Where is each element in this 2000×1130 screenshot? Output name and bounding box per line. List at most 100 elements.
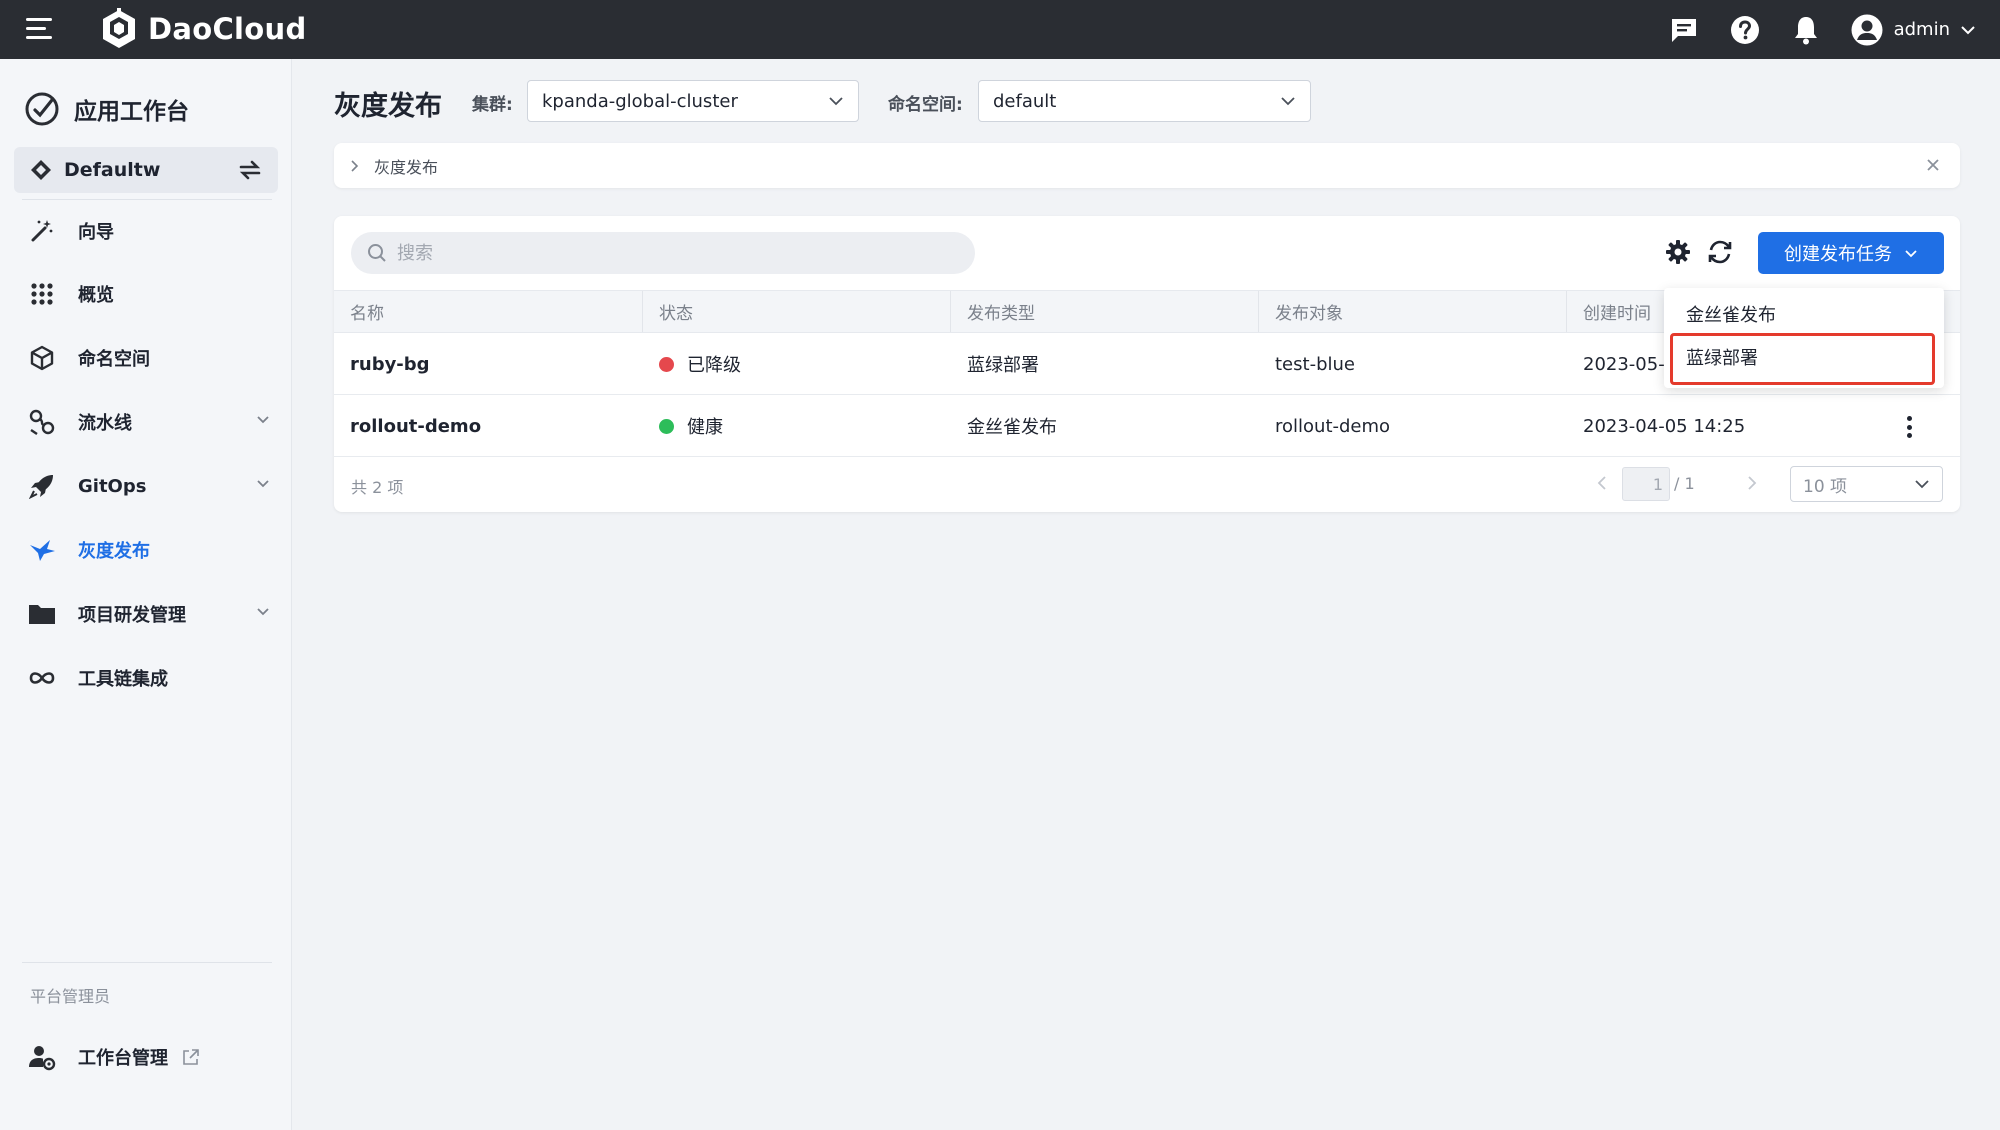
chevron-right-icon[interactable] (350, 159, 360, 173)
sidebar-item-namespace[interactable]: 命名空间 (14, 334, 278, 382)
next-page-icon[interactable] (1746, 474, 1758, 492)
top-bar: DaoCloud admin (0, 0, 2000, 59)
sidebar-item-pipeline[interactable]: 流水线 (14, 398, 278, 446)
menu-item-canary[interactable]: 金丝雀发布 (1664, 293, 1944, 335)
sidebar-item-label: 项目研发管理 (78, 605, 186, 626)
sidebar-item-label: 灰度发布 (78, 541, 150, 562)
row-status: 健康 (643, 395, 723, 457)
sidebar-item-overview[interactable]: 概览 (14, 270, 278, 318)
sidebar-item-guide[interactable]: 向导 (14, 207, 278, 255)
bell-icon[interactable] (1789, 13, 1823, 47)
sidebar-divider (22, 962, 272, 963)
external-link-icon (183, 1049, 199, 1065)
app-title: 应用工作台 (24, 89, 189, 129)
sidebar-divider (22, 199, 272, 200)
page-total: / 1 (1674, 474, 1695, 493)
row-name[interactable]: ruby-bg (334, 333, 430, 395)
close-icon[interactable] (1924, 156, 1942, 174)
prev-page-icon[interactable] (1596, 474, 1608, 492)
brand-logo[interactable]: DaoCloud (100, 5, 307, 53)
workspace-icon (31, 160, 51, 180)
status-text: 健康 (687, 417, 723, 438)
breadcrumb: 灰度发布 (334, 143, 1960, 188)
chevron-down-icon (257, 416, 269, 424)
cluster-label: 集群: (472, 95, 513, 115)
switch-icon (239, 160, 261, 180)
namespace-label: 命名空间: (888, 95, 963, 115)
row-target: rollout-demo (1275, 415, 1391, 437)
create-release-menu: 金丝雀发布 蓝绿部署 (1664, 288, 1944, 388)
pipeline-icon (28, 408, 56, 436)
settings-icon[interactable] (1664, 238, 1692, 266)
status-dot (659, 418, 674, 434)
sidebar: 应用工作台 Defaultw 向导 概览 命名空间 流水线 GitOps 灰度发… (0, 59, 292, 1130)
sidebar-item-gitops[interactable]: GitOps (14, 462, 278, 510)
search-box[interactable] (351, 232, 975, 274)
cluster-select[interactable]: kpanda-global-cluster (527, 80, 859, 122)
sidebar-item-label: 命名空间 (78, 349, 150, 370)
section-label: 平台管理员 (30, 987, 111, 1006)
chevron-down-icon (1281, 97, 1295, 106)
refresh-icon[interactable] (1706, 238, 1734, 266)
menu-icon[interactable] (26, 16, 54, 40)
user-icon (1851, 14, 1883, 45)
page-size-value: 10 项 (1803, 476, 1848, 497)
table-row[interactable]: rollout-demo 健康 金丝雀发布 rollout-demo 2023-… (334, 395, 1960, 457)
sidebar-item-canary[interactable]: 灰度发布 (14, 526, 278, 574)
column-header-status[interactable]: 状态 (643, 291, 951, 332)
sidebar-item-label: 概览 (78, 285, 114, 306)
chevron-down-icon (1905, 249, 1917, 257)
menu-item-blue-green[interactable]: 蓝绿部署 (1664, 336, 1944, 378)
chevron-down-icon (1915, 480, 1929, 489)
grid-icon (28, 280, 56, 308)
chevron-down-icon (257, 608, 269, 616)
user-settings-icon (28, 1043, 56, 1071)
create-button-label: 创建发布任务 (1784, 244, 1892, 265)
cube-icon (28, 344, 56, 372)
infinity-icon (28, 664, 56, 692)
sidebar-item-project[interactable]: 项目研发管理 (14, 590, 278, 638)
sidebar-item-workbench-admin[interactable]: 工作台管理 (14, 1033, 278, 1081)
column-header-name[interactable]: 名称 (334, 291, 643, 332)
row-created: 2023-04-05 14:25 (1583, 415, 1746, 437)
row-type: 蓝绿部署 (967, 355, 1039, 376)
help-icon[interactable] (1728, 13, 1762, 47)
sidebar-item-label: 流水线 (78, 413, 132, 434)
column-header-target[interactable]: 发布对象 (1259, 291, 1567, 332)
search-icon (368, 244, 386, 262)
workspace-name: Defaultw (64, 159, 161, 181)
status-text: 已降级 (687, 355, 741, 376)
chevron-down-icon (1961, 25, 1975, 34)
wand-icon (28, 217, 56, 245)
row-created: 2023-05- (1583, 353, 1665, 375)
chevron-down-icon (829, 97, 843, 106)
rocket-icon (28, 472, 56, 500)
create-release-button[interactable]: 创建发布任务 (1758, 232, 1944, 274)
workspace-switcher[interactable]: Defaultw (14, 147, 278, 193)
more-actions-icon[interactable] (1906, 416, 1912, 438)
bird-icon (28, 536, 56, 564)
user-menu[interactable]: admin (1850, 13, 1976, 47)
page-title: 灰度发布 (334, 91, 442, 122)
sidebar-item-label: 向导 (78, 222, 114, 243)
total-count: 共 2 项 (351, 478, 404, 497)
brand-name: DaoCloud (148, 12, 307, 46)
cluster-value: kpanda-global-cluster (542, 90, 738, 112)
message-icon[interactable] (1667, 13, 1701, 47)
user-name: admin (1893, 19, 1950, 40)
namespace-select[interactable]: default (978, 80, 1311, 122)
page-size-select[interactable]: 10 项 (1790, 466, 1943, 502)
workbench-icon (25, 92, 59, 126)
status-dot (659, 356, 674, 372)
column-header-type[interactable]: 发布类型 (951, 291, 1259, 332)
page-number-input[interactable]: 1 (1622, 467, 1670, 501)
namespace-value: default (993, 90, 1057, 112)
chevron-down-icon (257, 480, 269, 488)
daocloud-logo-icon (103, 8, 135, 48)
row-status: 已降级 (643, 333, 741, 395)
search-input[interactable] (397, 242, 957, 264)
row-type: 金丝雀发布 (967, 417, 1057, 438)
sidebar-item-toolchain[interactable]: 工具链集成 (14, 654, 278, 702)
breadcrumb-item[interactable]: 灰度发布 (374, 154, 438, 178)
row-name[interactable]: rollout-demo (334, 395, 481, 457)
